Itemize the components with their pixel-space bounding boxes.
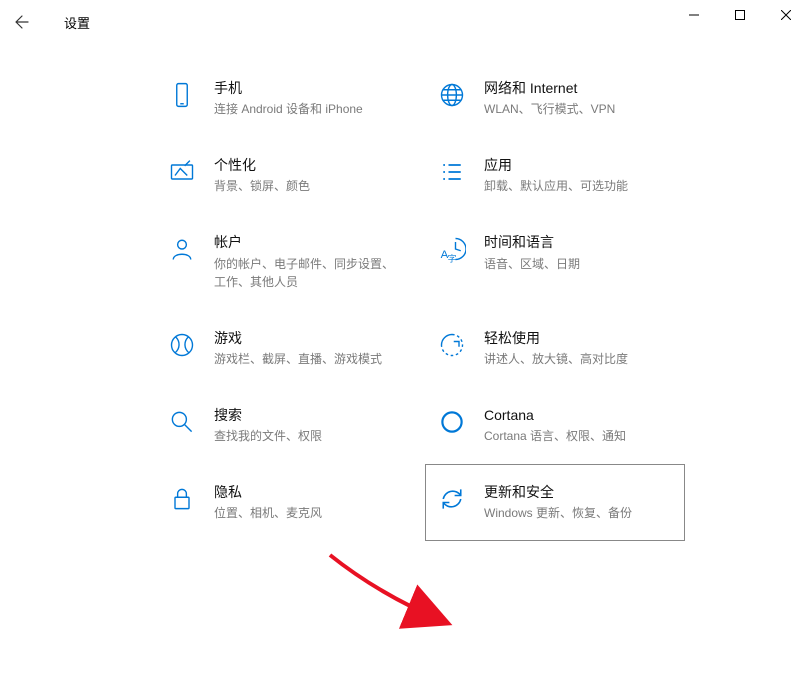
paintbrush-icon xyxy=(166,156,198,188)
tile-title: 时间和语言 xyxy=(484,233,674,251)
tile-title: 更新和安全 xyxy=(484,483,674,501)
tile-desc: 背景、锁屏、颜色 xyxy=(214,177,404,195)
tile-desc: 位置、相机、麦克风 xyxy=(214,504,404,522)
globe-icon xyxy=(436,79,468,111)
search-icon xyxy=(166,406,198,438)
tile-title: Cortana xyxy=(484,406,674,424)
maximize-icon xyxy=(735,10,745,20)
close-button[interactable] xyxy=(763,0,809,30)
tile-desc: 语音、区域、日期 xyxy=(484,255,674,273)
xbox-icon xyxy=(166,329,198,361)
tile-title: 搜索 xyxy=(214,406,404,424)
apps-list-icon xyxy=(436,156,468,188)
tile-phone[interactable]: 手机 连接 Android 设备和 iPhone xyxy=(155,60,415,137)
back-button[interactable] xyxy=(0,0,44,44)
tile-desc: Cortana 语言、权限、通知 xyxy=(484,427,674,445)
tile-title: 帐户 xyxy=(214,233,404,251)
tile-desc: 连接 Android 设备和 iPhone xyxy=(214,100,404,118)
tile-title: 网络和 Internet xyxy=(484,79,674,97)
tile-update-security[interactable]: 更新和安全 Windows 更新、恢复、备份 xyxy=(425,464,685,541)
close-icon xyxy=(781,10,791,20)
tile-privacy[interactable]: 隐私 位置、相机、麦克风 xyxy=(155,464,415,541)
minimize-icon xyxy=(689,10,699,20)
person-icon xyxy=(166,233,198,265)
settings-grid: 手机 连接 Android 设备和 iPhone 网络和 Internet WL… xyxy=(155,60,789,541)
tile-desc: 卸载、默认应用、可选功能 xyxy=(484,177,674,195)
tile-title: 个性化 xyxy=(214,156,404,174)
tile-title: 轻松使用 xyxy=(484,329,674,347)
tile-apps[interactable]: 应用 卸载、默认应用、可选功能 xyxy=(425,137,685,214)
maximize-button[interactable] xyxy=(717,0,763,30)
tile-accounts[interactable]: 帐户 你的帐户、电子邮件、同步设置、工作、其他人员 xyxy=(155,214,415,309)
tile-cortana[interactable]: Cortana Cortana 语言、权限、通知 xyxy=(425,387,685,464)
tile-desc: 讲述人、放大镜、高对比度 xyxy=(484,350,674,368)
svg-text:字: 字 xyxy=(448,253,457,264)
tile-title: 游戏 xyxy=(214,329,404,347)
ease-of-access-icon xyxy=(436,329,468,361)
tile-time-language[interactable]: A字 时间和语言 语音、区域、日期 xyxy=(425,214,685,309)
tile-desc: 你的帐户、电子邮件、同步设置、工作、其他人员 xyxy=(214,255,404,291)
tile-title: 手机 xyxy=(214,79,404,97)
tile-network[interactable]: 网络和 Internet WLAN、飞行模式、VPN xyxy=(425,60,685,137)
tile-desc: 查找我的文件、权限 xyxy=(214,427,404,445)
cortana-icon xyxy=(436,406,468,438)
tile-desc: Windows 更新、恢复、备份 xyxy=(484,504,674,522)
titlebar: 设置 xyxy=(0,0,809,44)
phone-icon xyxy=(166,79,198,111)
back-arrow-icon xyxy=(14,14,30,30)
minimize-button[interactable] xyxy=(671,0,717,30)
tile-desc: WLAN、飞行模式、VPN xyxy=(484,100,674,118)
time-language-icon: A字 xyxy=(436,233,468,265)
tile-title: 隐私 xyxy=(214,483,404,501)
update-icon xyxy=(436,483,468,515)
tile-gaming[interactable]: 游戏 游戏栏、截屏、直播、游戏模式 xyxy=(155,310,415,387)
lock-icon xyxy=(166,483,198,515)
tile-title: 应用 xyxy=(484,156,674,174)
window-controls xyxy=(671,0,809,30)
tile-search[interactable]: 搜索 查找我的文件、权限 xyxy=(155,387,415,464)
tile-desc: 游戏栏、截屏、直播、游戏模式 xyxy=(214,350,404,368)
tile-ease-of-access[interactable]: 轻松使用 讲述人、放大镜、高对比度 xyxy=(425,310,685,387)
window-title: 设置 xyxy=(64,13,90,32)
tile-personalization[interactable]: 个性化 背景、锁屏、颜色 xyxy=(155,137,415,214)
